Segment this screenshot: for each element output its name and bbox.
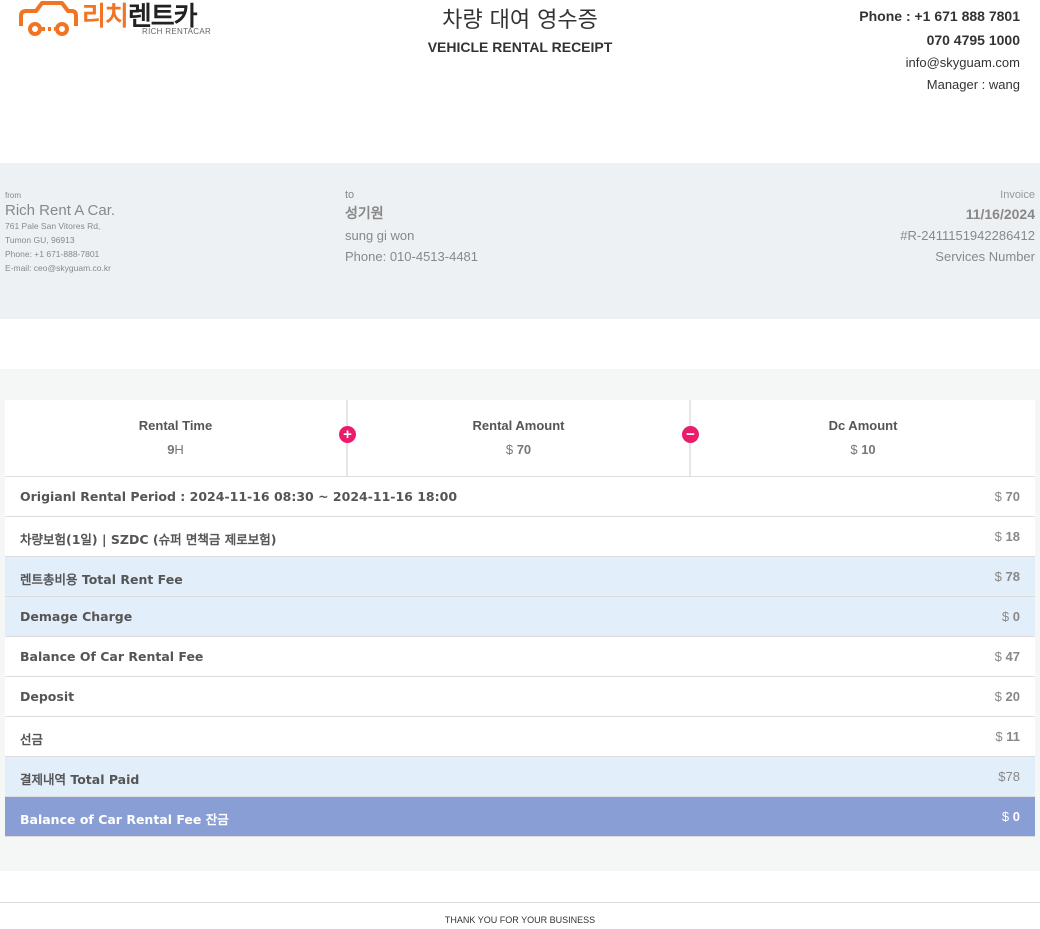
row-amount: $ 78 [994,569,1020,584]
dc-amount-label: Dc Amount [828,418,898,433]
row-label: Deposit [20,689,75,704]
invoice-block: Invoice 11/16/2024 #R-2411151942286412 S… [900,189,1035,267]
row-label: 렌트총비용 Total Rent Fee [20,572,183,587]
dc-amount-cell: Dc Amount $ 10 [691,400,1035,476]
row-label: 차량보험(1일) | SZDC (슈퍼 면책금 제로보험) [20,532,277,547]
receipt-header: 리치렌트카 RICH RENTACAR 차량 대여 영수증 VEHICLE RE… [0,0,1040,130]
table-row: Demage Charge $ 0 [5,597,1035,637]
from-address-2: Tumon GU, 96913 [5,235,75,245]
row-label: Balance of Car Rental Fee 잔금 [20,812,229,827]
rental-time-value: 9H [167,442,184,457]
row-label: 결제내역 Total Paid [20,772,140,787]
table-row: 결제내역 Total Paid $78 [5,757,1035,797]
footer-divider [0,902,1040,903]
invoice-label: Invoice [1000,189,1035,201]
table-row: Balance Of Car Rental Fee $ 47 [5,637,1035,677]
to-block: to 성기원 sung gi won Phone: 010-4513-4481 [345,189,478,267]
summary-panel: Rental Time 9H + Rental Amount $ 70 − Dc… [5,400,1035,477]
party-section: from Rich Rent A Car. 761 Pale San Vitor… [0,163,1040,319]
row-amount: $ 11 [995,729,1020,744]
rental-time-label: Rental Time [138,418,213,433]
from-name: Rich Rent A Car. [5,202,116,219]
from-email: E-mail: ceo@skyguam.co.kr [5,263,111,273]
to-name-english: sung gi won [345,228,415,243]
row-amount: $ 70 [994,489,1020,504]
contact-phone: Phone : +1 671 888 7801 [859,8,1020,24]
from-phone: Phone: +1 671-888-7801 [5,249,100,259]
rental-amount-value: $ 70 [505,442,532,457]
table-row: Deposit $ 20 [5,677,1035,717]
row-amount: $ 18 [994,529,1020,544]
to-phone: Phone: 010-4513-4481 [345,249,479,264]
row-amount: $ 20 [994,689,1020,704]
rental-time-cell: Rental Time 9H [5,400,346,476]
table-row: 선금 $ 11 [5,717,1035,757]
row-amount: $ 0 [1001,609,1020,624]
receipt-detail-section: Rental Time 9H + Rental Amount $ 70 − Dc… [0,369,1040,871]
footer-text: THANK YOU FOR YOUR BUSINESS [444,915,596,925]
services-number-label: Services Number [935,249,1035,264]
contact-manager: Manager : wang [926,77,1020,92]
rental-amount-label: Rental Amount [472,418,565,433]
table-row: 차량보험(1일) | SZDC (슈퍼 면책금 제로보험) $ 18 [5,517,1035,557]
from-address-1: 761 Pale San Vitores Rd, [5,221,101,231]
row-label: Origianl Rental Period : 2024-11-16 08:3… [20,489,458,504]
row-label: Demage Charge [20,609,133,624]
charge-table: Origianl Rental Period : 2024-11-16 08:3… [5,477,1035,837]
table-row-balance: Balance of Car Rental Fee 잔금 $ 0 [5,797,1035,837]
contact-info: Phone : +1 671 888 7801 070 4795 1000 in… [859,4,1020,96]
to-label: to [345,189,355,201]
row-label: Balance Of Car Rental Fee [20,649,204,664]
table-row: Origianl Rental Period : 2024-11-16 08:3… [5,477,1035,517]
row-label: 선금 [20,732,44,747]
from-label: from [5,191,21,200]
rental-amount-cell: Rental Amount $ 70 [348,400,689,476]
contact-phone-2: 070 4795 1000 [926,32,1020,48]
contact-email: info@skyguam.com [905,55,1020,70]
row-amount: $78 [998,769,1020,784]
invoice-number: #R-2411151942286412 [900,228,1035,243]
dc-amount-value: $ 10 [850,442,876,457]
to-name-korean: 성기원 [345,206,384,222]
from-block: from Rich Rent A Car. 761 Pale San Vitor… [5,191,115,275]
invoice-date: 11/16/2024 [965,206,1035,222]
row-amount: $ 0 [1001,809,1020,824]
table-row: 렌트총비용 Total Rent Fee $ 78 [5,557,1035,597]
row-amount: $ 47 [994,649,1020,664]
